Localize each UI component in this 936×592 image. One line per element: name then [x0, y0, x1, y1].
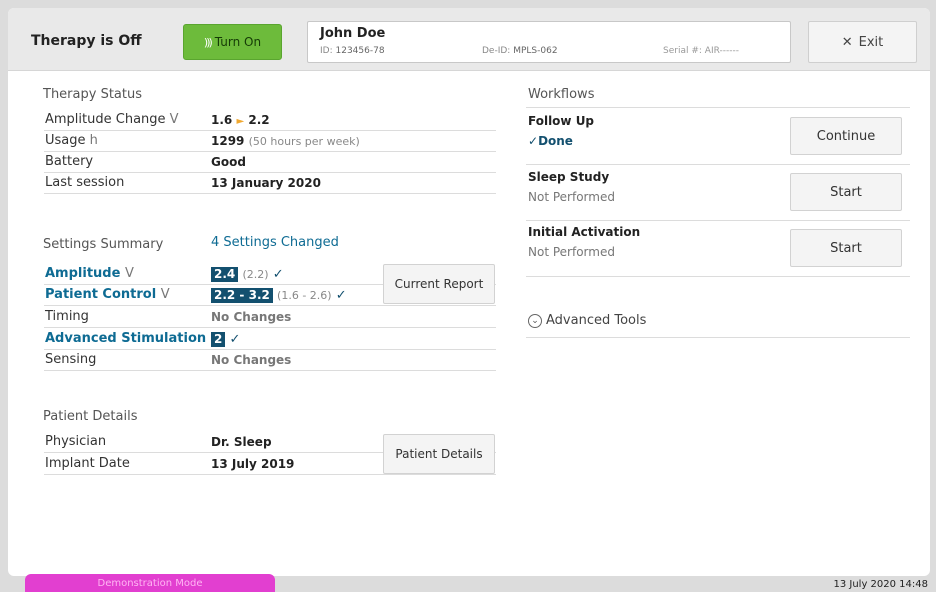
start-initial-activation-button[interactable]: Start — [790, 229, 902, 267]
row-label: Timing — [45, 309, 89, 324]
check-icon: ✓ — [229, 332, 241, 347]
row-value: 2 ✓ — [211, 332, 240, 347]
row-value: 1.6 ► 2.2 — [211, 113, 270, 127]
row-label: Patient Control V — [45, 287, 170, 302]
row-label: Sensing — [45, 352, 97, 367]
row-label: Amplitude V — [45, 266, 134, 281]
check-icon: ✓ — [528, 134, 539, 148]
status-row-last-session: Last session 13 January 2020 — [44, 173, 496, 194]
patient-id: ID: 123456-78 — [320, 46, 385, 56]
workflow-status: Not Performed — [528, 245, 615, 259]
signal-icon: ))) — [203, 35, 213, 49]
arrow-right-icon: ► — [236, 116, 245, 127]
row-value: 13 January 2020 — [211, 176, 321, 190]
chevron-down-icon: ⌄ — [528, 313, 542, 328]
workflow-status: ✓Done — [528, 134, 573, 148]
status-row-amplitude-change: Amplitude Change V 1.6 ► 2.2 — [44, 110, 496, 131]
advanced-tools-label: Advanced Tools — [546, 313, 647, 328]
row-label: Advanced Stimulation — [45, 331, 207, 346]
settings-changed-count: 4 Settings Changed — [211, 235, 339, 250]
advanced-tools-toggle[interactable]: ⌄ Advanced Tools — [528, 313, 646, 328]
row-label: Implant Date — [45, 456, 130, 471]
row-label: Battery — [45, 154, 94, 169]
check-icon: ✓ — [335, 288, 347, 303]
therapy-status-label: Therapy is Off — [31, 33, 142, 49]
check-icon: ✓ — [272, 267, 284, 282]
row-value: 13 July 2019 — [211, 457, 295, 471]
workflow-status: Not Performed — [528, 190, 615, 204]
patient-details-title: Patient Details — [43, 409, 138, 424]
therapy-status-title: Therapy Status — [43, 87, 142, 102]
row-label: Last session — [45, 175, 125, 190]
workflow-name: Sleep Study — [528, 170, 610, 184]
status-row-usage: Usage h 1299 (50 hours per week) — [44, 131, 496, 152]
setting-row-timing: Timing No Changes — [44, 307, 496, 328]
row-value: No Changes — [211, 353, 292, 367]
current-report-button[interactable]: Current Report — [383, 264, 495, 304]
workflow-name: Initial Activation — [528, 225, 641, 239]
turn-on-label: Turn On — [214, 35, 262, 49]
close-icon: ✕ — [841, 34, 853, 50]
settings-summary-title: Settings Summary — [43, 237, 164, 252]
row-label: Physician — [45, 434, 107, 449]
turn-on-button[interactable]: ))) Turn On — [183, 24, 282, 60]
start-sleep-study-button[interactable]: Start — [790, 173, 902, 211]
patient-info-box: John Doe ID: 123456-78 De-ID: MPLS-062 S… — [307, 21, 791, 63]
setting-row-advanced-stimulation: Advanced Stimulation 2 ✓ — [44, 329, 496, 350]
patient-name: John Doe — [320, 26, 386, 41]
exit-label: Exit — [858, 34, 884, 50]
patient-details-button[interactable]: Patient Details — [383, 434, 495, 474]
exit-button[interactable]: ✕ Exit — [808, 21, 917, 63]
row-value: No Changes — [211, 310, 292, 324]
row-value: Dr. Sleep — [211, 435, 272, 449]
datetime: 13 July 2020 14:48 — [833, 579, 928, 590]
demonstration-mode-banner: Demonstration Mode — [25, 574, 275, 592]
workflows-title: Workflows — [528, 87, 595, 102]
row-label: Amplitude Change V — [45, 112, 179, 127]
row-value: 2.4 (2.2) ✓ — [211, 267, 284, 282]
row-label: Usage h — [45, 133, 98, 148]
device-serial: Serial #: AIR------ — [663, 46, 739, 56]
row-value: 2.2 - 3.2 (1.6 - 2.6) ✓ — [211, 288, 347, 303]
workflow-name: Follow Up — [528, 114, 595, 128]
patient-deid: De-ID: MPLS-062 — [482, 46, 558, 56]
setting-row-sensing: Sensing No Changes — [44, 350, 496, 371]
continue-button[interactable]: Continue — [790, 117, 902, 155]
row-value: 1299 (50 hours per week) — [211, 134, 360, 148]
status-row-battery: Battery Good — [44, 152, 496, 173]
row-value: Good — [211, 155, 246, 169]
divider — [526, 337, 910, 338]
